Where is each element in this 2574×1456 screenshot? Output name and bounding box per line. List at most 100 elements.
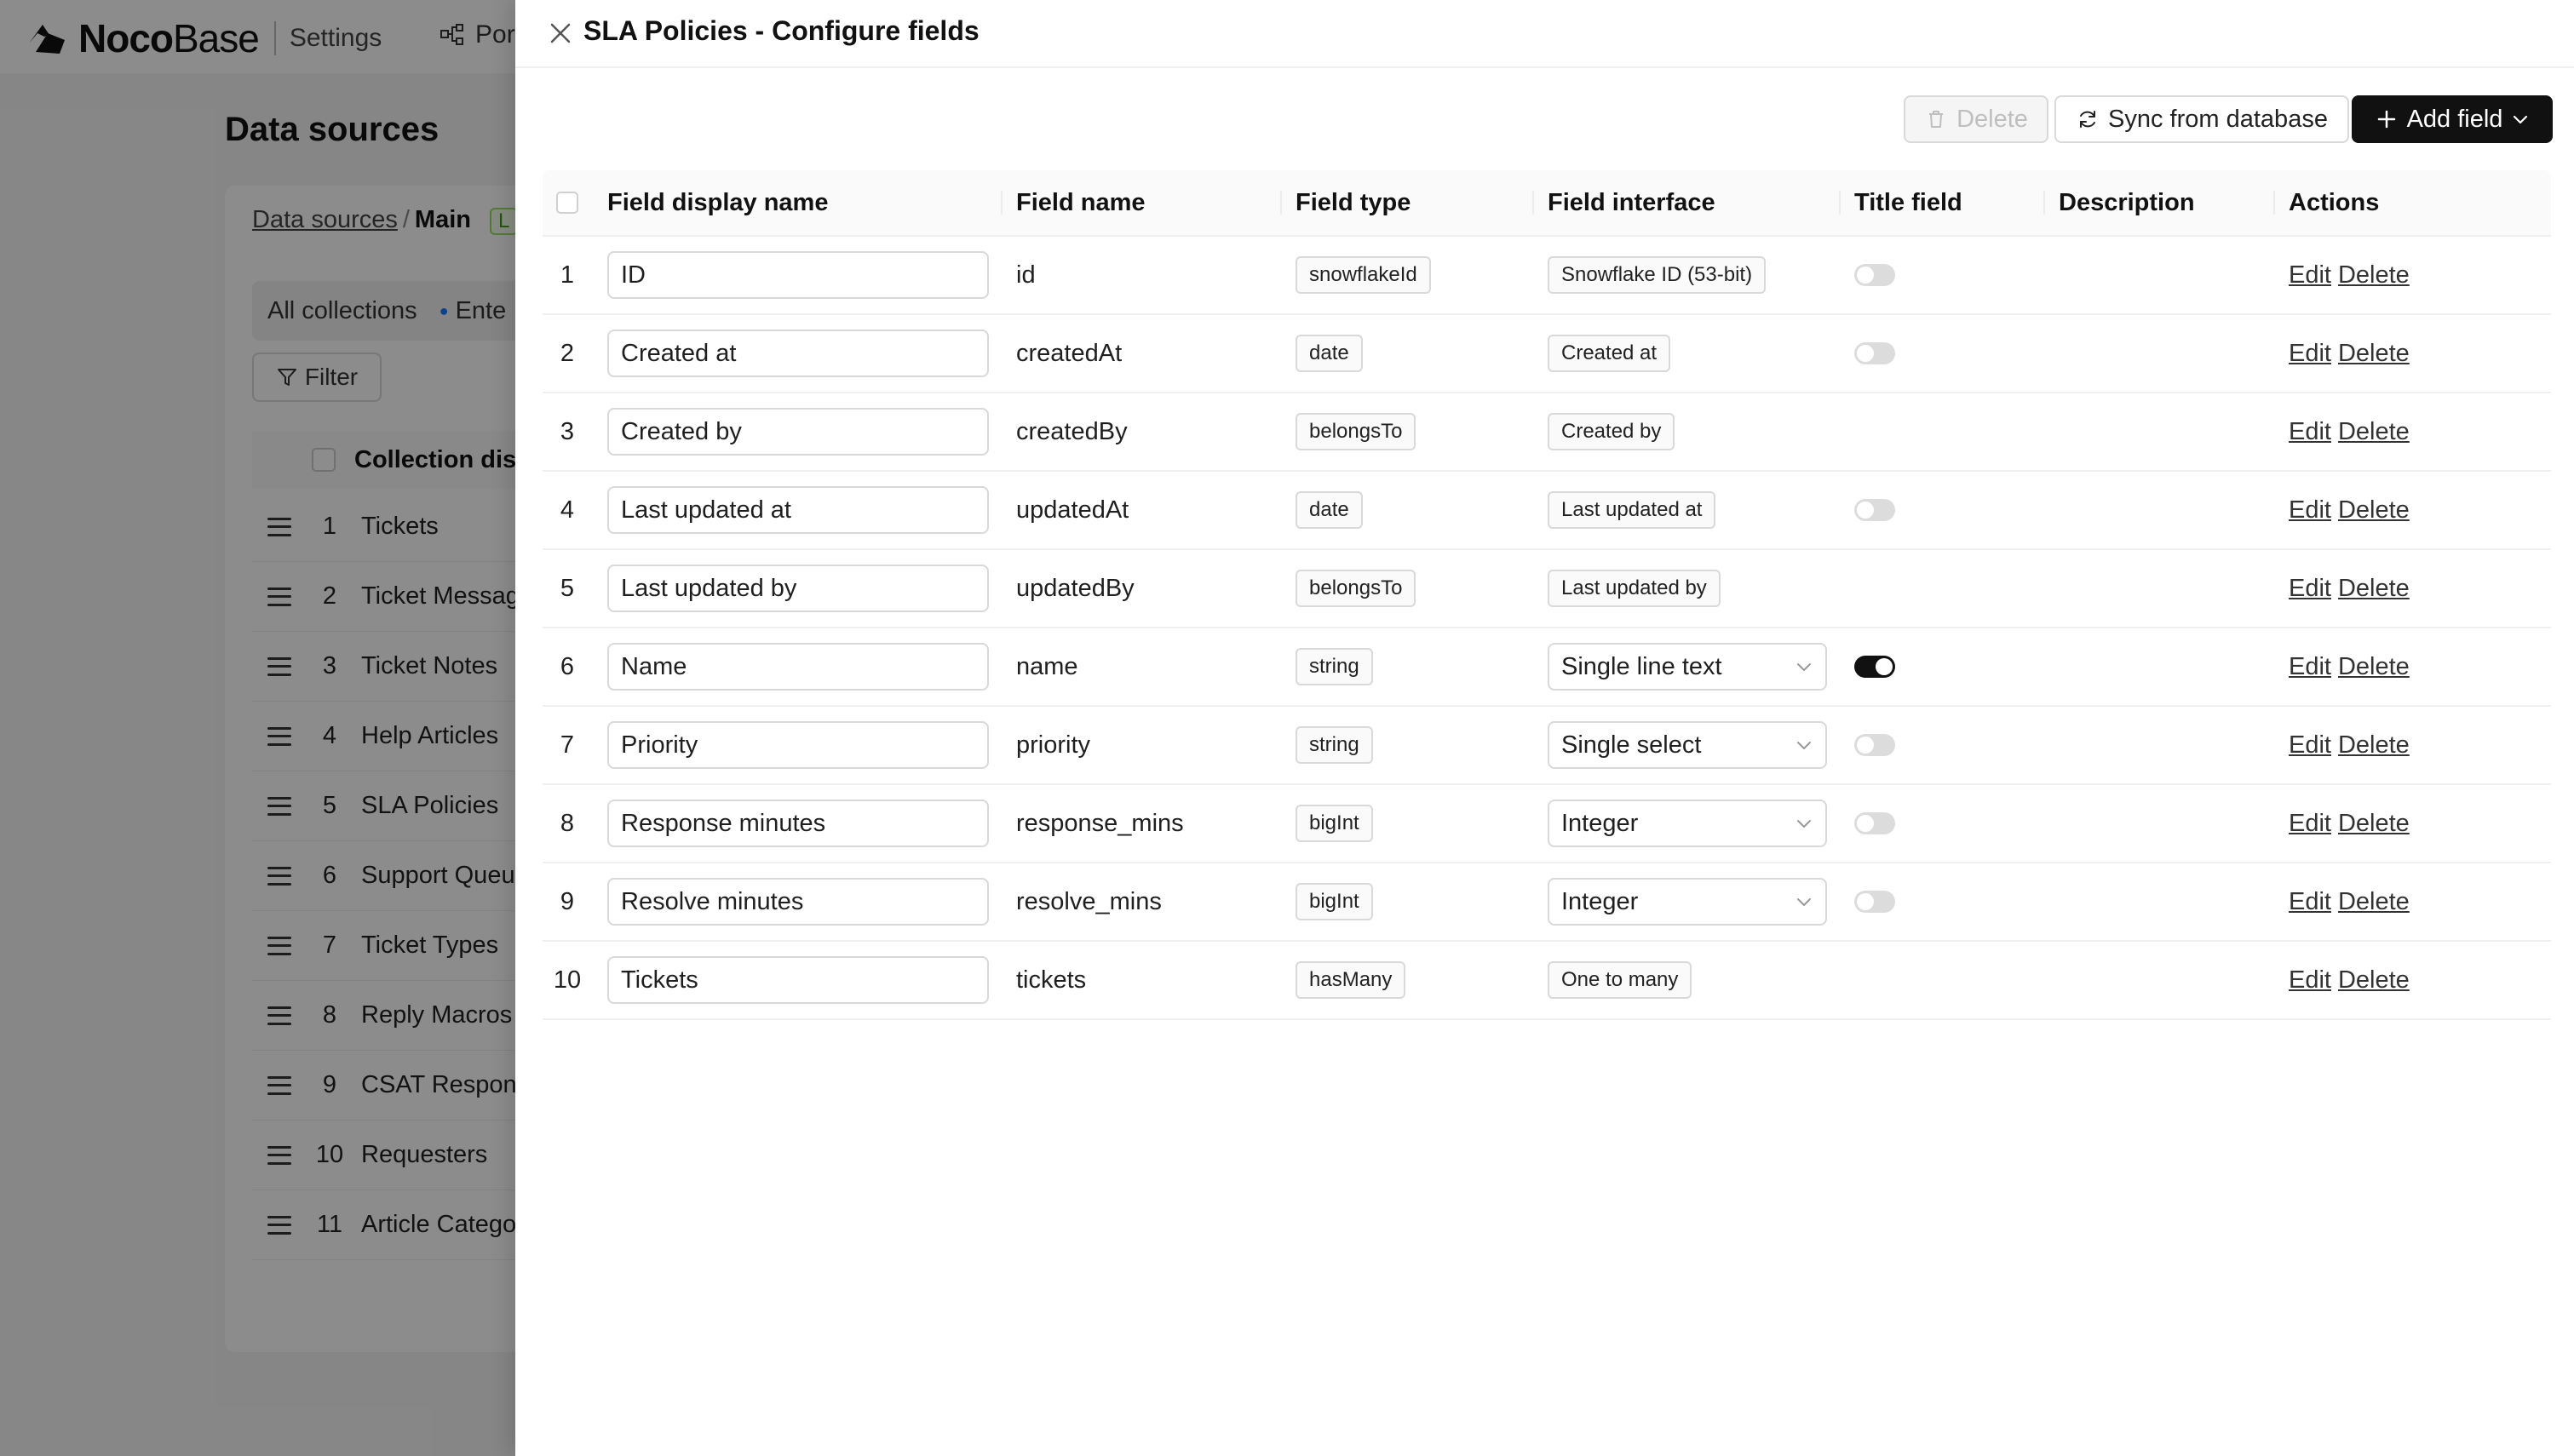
- drawer-header: SLA Policies - Configure fields: [515, 0, 2574, 68]
- field-name: priority: [1016, 731, 1091, 759]
- field-interface-select[interactable]: Integer: [1548, 878, 1827, 926]
- delete-link[interactable]: Delete: [2338, 810, 2410, 838]
- display-name-cell: [592, 315, 1001, 392]
- title-field-toggle[interactable]: [1854, 812, 1895, 834]
- field-type-cell: hasMany: [1280, 942, 1532, 1018]
- field-interface-select[interactable]: Single select: [1548, 721, 1827, 769]
- field-interface-cell: Created by: [1532, 393, 1839, 470]
- description-cell: [2043, 942, 2273, 1018]
- delete-link[interactable]: Delete: [2338, 966, 2410, 995]
- table-row: 5 updatedBy belongsTo Last updated by EditDe…: [543, 550, 2551, 628]
- title-field-cell: [1839, 707, 2043, 783]
- field-type-tag: bigInt: [1296, 805, 1373, 842]
- delete-button[interactable]: Delete: [1904, 95, 2048, 143]
- column-header-field-type: Field type: [1280, 170, 1532, 235]
- title-field-cell: [1839, 315, 2043, 392]
- sync-from-database-button[interactable]: Sync from database: [2054, 95, 2349, 143]
- delete-link[interactable]: Delete: [2338, 731, 2410, 760]
- row-index: 2: [560, 339, 575, 367]
- field-interface-select[interactable]: Single line text: [1548, 643, 1827, 691]
- field-interface-cell: Last updated at: [1532, 472, 1839, 548]
- edit-link[interactable]: Edit: [2289, 496, 2331, 525]
- title-field-toggle[interactable]: [1854, 891, 1895, 913]
- display-name-input[interactable]: [607, 721, 989, 769]
- delete-link[interactable]: Delete: [2338, 340, 2410, 368]
- fields-table: Field display name Field name Field type…: [543, 170, 2551, 1020]
- edit-link[interactable]: Edit: [2289, 340, 2331, 368]
- header-select-cell: [543, 170, 592, 235]
- table-row: 4 updatedAt date Last updated at EditDelete: [543, 472, 2551, 550]
- close-icon[interactable]: [546, 19, 575, 48]
- display-name-input[interactable]: [607, 330, 989, 377]
- delete-link[interactable]: Delete: [2338, 418, 2410, 446]
- edit-link[interactable]: Edit: [2289, 731, 2331, 760]
- display-name-input[interactable]: [607, 878, 989, 926]
- actions-cell: Edit Delete: [2273, 393, 2551, 470]
- field-name: updatedAt: [1016, 496, 1129, 524]
- delete-button-label: Delete: [1956, 105, 2028, 133]
- field-name: resolve_mins: [1016, 887, 1162, 915]
- field-type-tag: bigInt: [1296, 883, 1373, 920]
- field-interface-cell: Single select: [1532, 707, 1839, 783]
- column-header-field-name: Field name: [1001, 170, 1280, 235]
- plus-icon: [2377, 110, 2395, 129]
- field-name: response_mins: [1016, 809, 1184, 837]
- edit-link[interactable]: Edit: [2289, 888, 2331, 916]
- delete-link[interactable]: Delete: [2338, 653, 2410, 681]
- actions-cell: Edit Delete: [2273, 237, 2551, 313]
- row-index: 5: [560, 574, 575, 602]
- display-name-input[interactable]: [607, 643, 989, 691]
- field-interface-value: Single line text: [1561, 652, 1722, 680]
- field-interface-select[interactable]: Integer: [1548, 800, 1827, 847]
- edit-link[interactable]: Edit: [2289, 966, 2331, 995]
- delete-link[interactable]: Delete: [2338, 575, 2410, 603]
- edit-link[interactable]: Edit: [2289, 575, 2331, 603]
- field-type-cell: belongsTo: [1280, 393, 1532, 470]
- display-name-cell: [592, 942, 1001, 1018]
- delete-link[interactable]: Delete: [2338, 888, 2410, 916]
- delete-link[interactable]: Delete: [2338, 261, 2410, 289]
- display-name-input[interactable]: [607, 800, 989, 847]
- title-field-cell: [1839, 550, 2043, 627]
- select-all-checkbox[interactable]: [556, 192, 578, 214]
- display-name-input[interactable]: [607, 486, 989, 534]
- title-field-toggle[interactable]: [1854, 656, 1895, 678]
- field-interface-tag: Last updated at: [1548, 491, 1716, 529]
- row-index: 9: [560, 887, 575, 915]
- edit-link[interactable]: Edit: [2289, 418, 2331, 446]
- description-cell: [2043, 628, 2273, 705]
- description-cell: [2043, 863, 2273, 940]
- chevron-down-icon: [1797, 742, 1811, 749]
- trash-icon: [1929, 111, 1944, 128]
- display-name-cell: [592, 237, 1001, 313]
- field-name: createdBy: [1016, 417, 1128, 445]
- field-interface-cell: Last updated by: [1532, 550, 1839, 627]
- title-field-cell: [1839, 472, 2043, 548]
- actions-cell: Edit Delete: [2273, 863, 2551, 940]
- field-name: createdAt: [1016, 339, 1123, 367]
- title-field-toggle[interactable]: [1854, 342, 1895, 364]
- display-name-input[interactable]: [607, 956, 989, 1004]
- delete-link[interactable]: Delete: [2338, 496, 2410, 525]
- column-header-field-interface: Field interface: [1532, 170, 1839, 235]
- field-interface-cell: Single line text: [1532, 628, 1839, 705]
- field-type-tag: date: [1296, 335, 1363, 372]
- edit-link[interactable]: Edit: [2289, 653, 2331, 681]
- display-name-input[interactable]: [607, 565, 989, 612]
- fields-table-header: Field display name Field name Field type…: [543, 170, 2551, 237]
- title-field-toggle[interactable]: [1854, 499, 1895, 521]
- display-name-input[interactable]: [607, 251, 989, 299]
- title-field-toggle[interactable]: [1854, 734, 1895, 756]
- field-type-cell: date: [1280, 472, 1532, 548]
- title-field-cell: [1839, 942, 2043, 1018]
- description-cell: [2043, 472, 2273, 548]
- edit-link[interactable]: Edit: [2289, 261, 2331, 289]
- title-field-toggle[interactable]: [1854, 264, 1895, 286]
- edit-link[interactable]: Edit: [2289, 810, 2331, 838]
- add-field-button[interactable]: Add field: [2352, 95, 2553, 143]
- title-field-cell: [1839, 393, 2043, 470]
- field-type-cell: bigInt: [1280, 863, 1532, 940]
- field-interface-tag: Snowflake ID (53-bit): [1548, 256, 1767, 294]
- display-name-input[interactable]: [607, 408, 989, 456]
- add-field-label: Add field: [2406, 105, 2503, 133]
